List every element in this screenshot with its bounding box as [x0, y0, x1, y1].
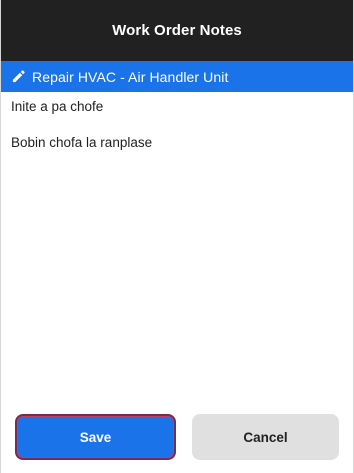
pencil-icon — [11, 69, 26, 84]
save-button[interactable]: Save — [15, 414, 176, 460]
note-line: Bobin chofa la ranplase — [11, 135, 153, 150]
work-order-title: Repair HVAC - Air Handler Unit — [32, 68, 229, 85]
note-line: Inite a pa chofe — [11, 99, 104, 114]
title-bar: Work Order Notes — [1, 0, 353, 61]
page-title: Work Order Notes — [112, 22, 242, 39]
notes-text-area[interactable]: Inite a pa chofe Bobin chofa la ranplase — [1, 92, 353, 152]
cancel-button[interactable]: Cancel — [192, 414, 339, 460]
work-order-header: Repair HVAC - Air Handler Unit — [1, 61, 353, 92]
work-order-notes-screen: Work Order Notes Repair HVAC - Air Handl… — [0, 0, 354, 473]
